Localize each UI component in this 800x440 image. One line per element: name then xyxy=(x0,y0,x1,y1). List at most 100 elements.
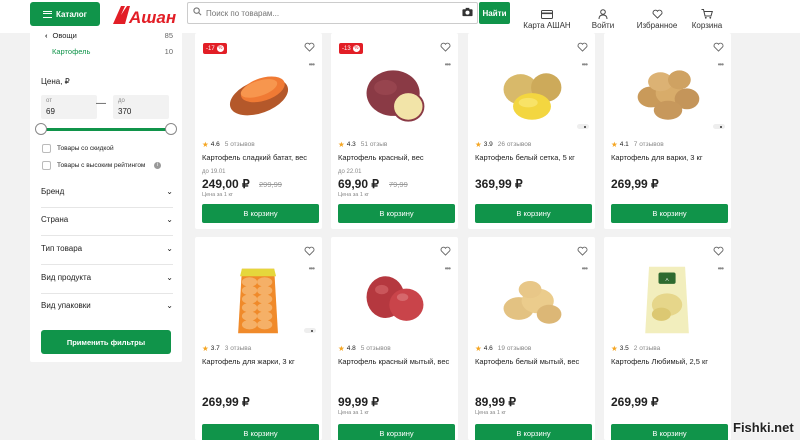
product-name[interactable]: Картофель для жарки, 3 кг xyxy=(202,357,318,367)
favorite-heart-icon[interactable] xyxy=(440,42,451,52)
product-name[interactable]: Картофель белый сетка, 5 кг xyxy=(475,153,591,163)
favorite-heart-icon[interactable] xyxy=(577,246,588,256)
nav-label-cart: Корзина xyxy=(691,21,723,30)
rating-value: 4.6 xyxy=(210,141,220,148)
product-image-red-potato[interactable] xyxy=(356,59,434,133)
product-name[interactable]: Картофель красный мытый, вес xyxy=(338,357,454,367)
product-card[interactable]: -17% ••• ★ 4.6 5 отзывов Картофель сладкий ба… xyxy=(195,33,322,229)
product-rating: ★ 4.3 51 отзыв xyxy=(338,140,387,149)
product-card[interactable]: ••• ★ 3.7 3 отзыва Картофель для жарки, 3 кг… xyxy=(195,237,322,440)
camera-icon[interactable] xyxy=(462,7,473,17)
price-slider-min-handle[interactable] xyxy=(35,123,47,135)
category-vegetables[interactable]: ‹ Овощи 85 xyxy=(45,31,173,40)
image-carousel-dots[interactable] xyxy=(304,328,316,333)
filter-country[interactable]: Страна ⌄ xyxy=(41,215,173,224)
add-to-cart-button[interactable]: В корзину xyxy=(202,204,319,223)
range-dash: — xyxy=(96,98,106,109)
product-name[interactable]: Картофель красный, вес xyxy=(338,153,454,163)
image-carousel-dots[interactable] xyxy=(713,124,725,129)
price-to-label: до xyxy=(118,98,125,104)
search-button[interactable]: Найти xyxy=(479,2,510,24)
product-image-potato-pack[interactable]: A xyxy=(629,263,707,337)
cart-link[interactable]: Корзина xyxy=(690,0,724,30)
price-slider-max-handle[interactable] xyxy=(165,123,177,135)
old-price: 79,99 xyxy=(389,180,408,189)
price-slider-track[interactable] xyxy=(43,128,171,131)
product-image-red-washed-potato[interactable] xyxy=(356,263,434,337)
reviews-link[interactable]: 5 отзывов xyxy=(361,345,391,352)
more-options-icon[interactable]: ••• xyxy=(445,264,451,273)
more-options-icon[interactable]: ••• xyxy=(309,264,315,273)
category-potatoes[interactable]: Картофель 10 xyxy=(45,47,173,56)
product-rating: ★ 3.7 3 отзыва xyxy=(202,344,251,353)
reviews-link[interactable]: 7 отзывов xyxy=(634,141,664,148)
filter-product-kind[interactable]: Вид продукта ⌄ xyxy=(41,273,173,282)
price-to-field[interactable]: до 370 xyxy=(113,95,169,119)
product-card[interactable]: ••• ★ 3.9 26 отзывов Картофель белый сетка, … xyxy=(468,33,595,229)
product-card[interactable]: ••• A ★ 3.5 2 отзыва Картофель Любимый, 2,5 к… xyxy=(604,237,731,440)
high-rating-checkbox[interactable] xyxy=(42,161,51,170)
reviews-link[interactable]: 19 отзывов xyxy=(498,345,532,352)
product-name[interactable]: Картофель сладкий батат, вес xyxy=(202,153,318,163)
product-name[interactable]: Картофель Любимый, 2,5 кг xyxy=(611,357,727,367)
more-options-icon[interactable]: ••• xyxy=(309,60,315,69)
filter-label: Вид упаковки xyxy=(41,301,91,310)
filter-packaging[interactable]: Вид упаковки ⌄ xyxy=(41,301,173,310)
reviews-link[interactable]: 26 отзывов xyxy=(498,141,532,148)
rating-value: 3.5 xyxy=(619,345,629,352)
price-from-field[interactable]: от 69 xyxy=(41,95,97,119)
search-input[interactable] xyxy=(206,6,446,20)
reviews-link[interactable]: 51 отзыв xyxy=(361,141,388,148)
favorite-heart-icon[interactable] xyxy=(713,246,724,256)
product-rating: ★ 4.6 5 отзывов xyxy=(202,140,255,149)
filter-label: Тип товара xyxy=(41,244,83,253)
chevron-left-icon: ‹ xyxy=(45,31,48,40)
product-image-sweet-potato[interactable] xyxy=(220,59,298,133)
more-options-icon[interactable]: ••• xyxy=(718,60,724,69)
add-to-cart-button[interactable]: В корзину xyxy=(475,204,592,223)
product-card[interactable]: ••• ★ 4.1 7 отзывов Картофель для варки, 3 к… xyxy=(604,33,731,229)
product-name[interactable]: Картофель для варки, 3 кг xyxy=(611,153,727,163)
reviews-link[interactable]: 3 отзыва xyxy=(225,345,252,352)
product-image-white-potato[interactable] xyxy=(493,59,571,133)
add-to-cart-button[interactable]: В корзину xyxy=(611,424,728,440)
favorite-heart-icon[interactable] xyxy=(304,246,315,256)
star-icon: ★ xyxy=(475,140,482,149)
favorites-link[interactable]: Избранное xyxy=(634,0,680,30)
more-options-icon[interactable]: ••• xyxy=(582,60,588,69)
favorite-heart-icon[interactable] xyxy=(440,246,451,256)
add-to-cart-button[interactable]: В корзину xyxy=(475,424,592,440)
add-to-cart-button[interactable]: В корзину xyxy=(338,424,455,440)
product-card[interactable]: ••• ★ 4.6 19 отзывов Картофель белый мытый, … xyxy=(468,237,595,440)
card-auchan-link[interactable]: Карта АШАН xyxy=(521,0,573,30)
filter-product-type[interactable]: Тип товара ⌄ xyxy=(41,244,173,253)
product-name[interactable]: Картофель белый мытый, вес xyxy=(475,357,591,367)
more-options-icon[interactable]: ••• xyxy=(582,264,588,273)
more-options-icon[interactable]: ••• xyxy=(718,264,724,273)
info-icon[interactable]: i xyxy=(154,162,161,169)
product-card[interactable]: -13% ••• ★ 4.3 51 отзыв Картофель красный, ве… xyxy=(331,33,458,229)
favorite-heart-icon[interactable] xyxy=(713,42,724,52)
image-carousel-dots[interactable] xyxy=(577,124,589,129)
product-image-potato-pile[interactable] xyxy=(629,59,707,133)
divider xyxy=(41,293,173,294)
add-to-cart-button[interactable]: В корзину xyxy=(202,424,319,440)
logo-text: Ашан xyxy=(128,8,176,27)
product-image-white-washed-potato[interactable] xyxy=(493,263,571,337)
more-options-icon[interactable]: ••• xyxy=(445,60,451,69)
filter-brand[interactable]: Бренд ⌄ xyxy=(41,187,173,196)
favorite-heart-icon[interactable] xyxy=(577,42,588,52)
favorite-heart-icon[interactable] xyxy=(304,42,315,52)
login-link[interactable]: Войти xyxy=(588,0,618,30)
discount-checkbox[interactable] xyxy=(42,144,51,153)
reviews-link[interactable]: 2 отзыва xyxy=(634,345,661,352)
catalog-button[interactable]: Каталог xyxy=(30,2,100,26)
product-image-potato-bag[interactable] xyxy=(220,263,298,337)
reviews-link[interactable]: 5 отзывов xyxy=(225,141,255,148)
add-to-cart-button[interactable]: В корзину xyxy=(611,204,728,223)
apply-filters-button[interactable]: Применить фильтры xyxy=(41,330,171,354)
auchan-logo[interactable]: Ашан xyxy=(111,2,177,28)
add-to-cart-button[interactable]: В корзину xyxy=(338,204,455,223)
star-icon: ★ xyxy=(202,344,209,353)
product-card[interactable]: ••• ★ 4.8 5 отзывов Картофель красный мытый,… xyxy=(331,237,458,440)
